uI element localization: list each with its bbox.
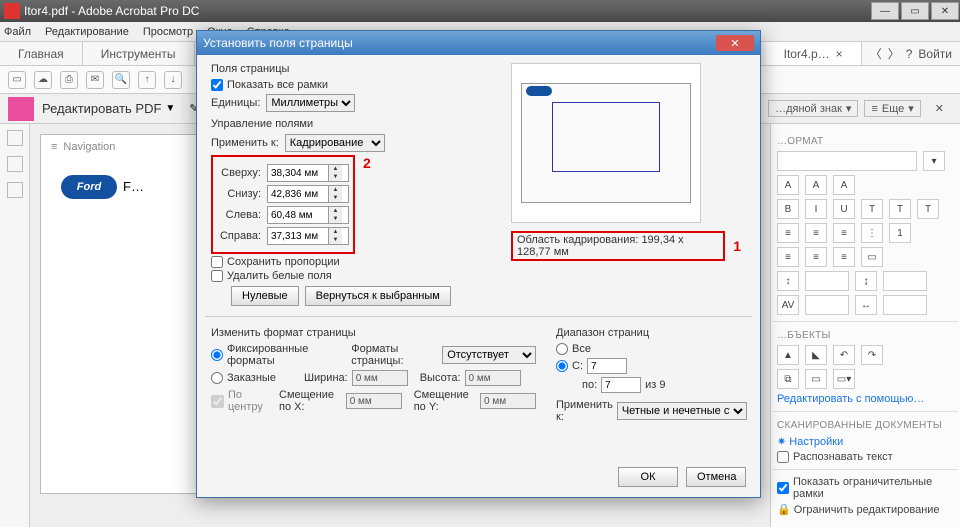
show-all-frames-checkbox[interactable] <box>211 79 223 91</box>
apply-to-select[interactable]: Кадрирование <box>285 134 385 152</box>
ok-button[interactable]: ОК <box>618 467 678 487</box>
margin-left-label: Слева: <box>217 209 261 221</box>
annotation-1: 1 <box>733 238 741 254</box>
units-select[interactable]: Миллиметры <box>266 94 355 112</box>
spinner-down-icon[interactable]: ▼ <box>328 194 342 202</box>
preview-page <box>521 83 691 203</box>
page-formats-label: Форматы страницы: <box>351 343 438 367</box>
page-range-section-label: Диапазон страниц <box>556 327 746 339</box>
custom-radio[interactable] <box>211 372 223 384</box>
center-label: По центру <box>228 389 267 413</box>
units-label: Единицы: <box>211 97 260 109</box>
revert-button[interactable]: Вернуться к выбранным <box>305 286 451 306</box>
preview-ford-logo <box>526 86 552 96</box>
cancel-button[interactable]: Отмена <box>686 467 746 487</box>
margins-highlight-box: Сверху:▲▼ Снизу:▲▼ Слева:▲▼ Справа:▲▼ <box>211 155 355 254</box>
custom-label: Заказные <box>227 372 276 384</box>
page-preview <box>511 63 701 223</box>
spinner-down-icon[interactable]: ▼ <box>328 173 342 181</box>
all-pages-radio[interactable] <box>556 343 568 355</box>
margin-top-label: Сверху: <box>217 167 261 179</box>
show-all-frames-label: Показать все рамки <box>227 79 328 91</box>
dialog-titlebar: Установить поля страницы ✕ <box>197 31 760 55</box>
offset-y-label: Смещение по Y: <box>414 389 476 413</box>
of-total-label: из 9 <box>645 379 665 391</box>
margin-bottom-label: Снизу: <box>217 188 261 200</box>
to-page-input[interactable] <box>601 377 641 393</box>
width-label: Ширина: <box>304 372 348 384</box>
to-label: по: <box>582 379 597 391</box>
apply-to-label: Применить к: <box>211 137 279 149</box>
from-label: С: <box>572 360 583 372</box>
height-input <box>465 370 521 386</box>
from-page-input[interactable] <box>587 358 627 374</box>
keep-ratio-label: Сохранить пропорции <box>227 256 340 268</box>
keep-ratio-checkbox[interactable] <box>211 256 223 268</box>
spinner-down-icon[interactable]: ▼ <box>328 236 342 244</box>
fixed-formats-label: Фиксированные форматы <box>227 343 339 367</box>
spinner-up-icon[interactable]: ▲ <box>328 165 342 173</box>
dialog-title: Установить поля страницы <box>203 36 353 50</box>
apply-to-pages-label: Применить к: <box>556 399 613 423</box>
fixed-formats-radio[interactable] <box>211 349 223 361</box>
page-formats-select[interactable]: Отсутствует <box>442 346 536 364</box>
spinner-up-icon[interactable]: ▲ <box>328 207 342 215</box>
width-input <box>352 370 408 386</box>
change-size-section-label: Изменить формат страницы <box>211 327 536 339</box>
offset-x-label: Смещение по X: <box>279 389 342 413</box>
annotation-2: 2 <box>363 155 371 171</box>
page-fields-section-label: Поля страницы <box>211 63 491 75</box>
margin-right-label: Справа: <box>217 230 261 242</box>
remove-white-checkbox[interactable] <box>211 270 223 282</box>
margin-bottom-input[interactable] <box>268 186 328 202</box>
margin-section-label: Управление полями <box>211 118 491 130</box>
preview-crop-box <box>552 102 660 172</box>
set-page-boxes-dialog: Установить поля страницы ✕ Поля страницы… <box>196 30 761 498</box>
offset-y-input <box>480 393 536 409</box>
center-checkbox <box>211 395 224 408</box>
spinner-up-icon[interactable]: ▲ <box>328 186 342 194</box>
margin-left-input[interactable] <box>268 207 328 223</box>
offset-x-input <box>346 393 402 409</box>
apply-to-pages-select[interactable]: Четные и нечетные страницы <box>617 402 747 420</box>
margin-right-input[interactable] <box>268 228 328 244</box>
all-pages-label: Все <box>572 343 591 355</box>
zero-margins-button[interactable]: Нулевые <box>231 286 299 306</box>
from-pages-radio[interactable] <box>556 360 568 372</box>
dialog-close-button[interactable]: ✕ <box>716 35 754 51</box>
modal-overlay: Установить поля страницы ✕ Поля страницы… <box>0 0 960 527</box>
remove-white-label: Удалить белые поля <box>227 270 332 282</box>
height-label: Высота: <box>420 372 461 384</box>
spinner-up-icon[interactable]: ▲ <box>328 228 342 236</box>
margin-top-input[interactable] <box>268 165 328 181</box>
spinner-down-icon[interactable]: ▼ <box>328 215 342 223</box>
crop-area-readout: Область кадрирования: 199,34 x 128,77 мм <box>511 231 725 261</box>
